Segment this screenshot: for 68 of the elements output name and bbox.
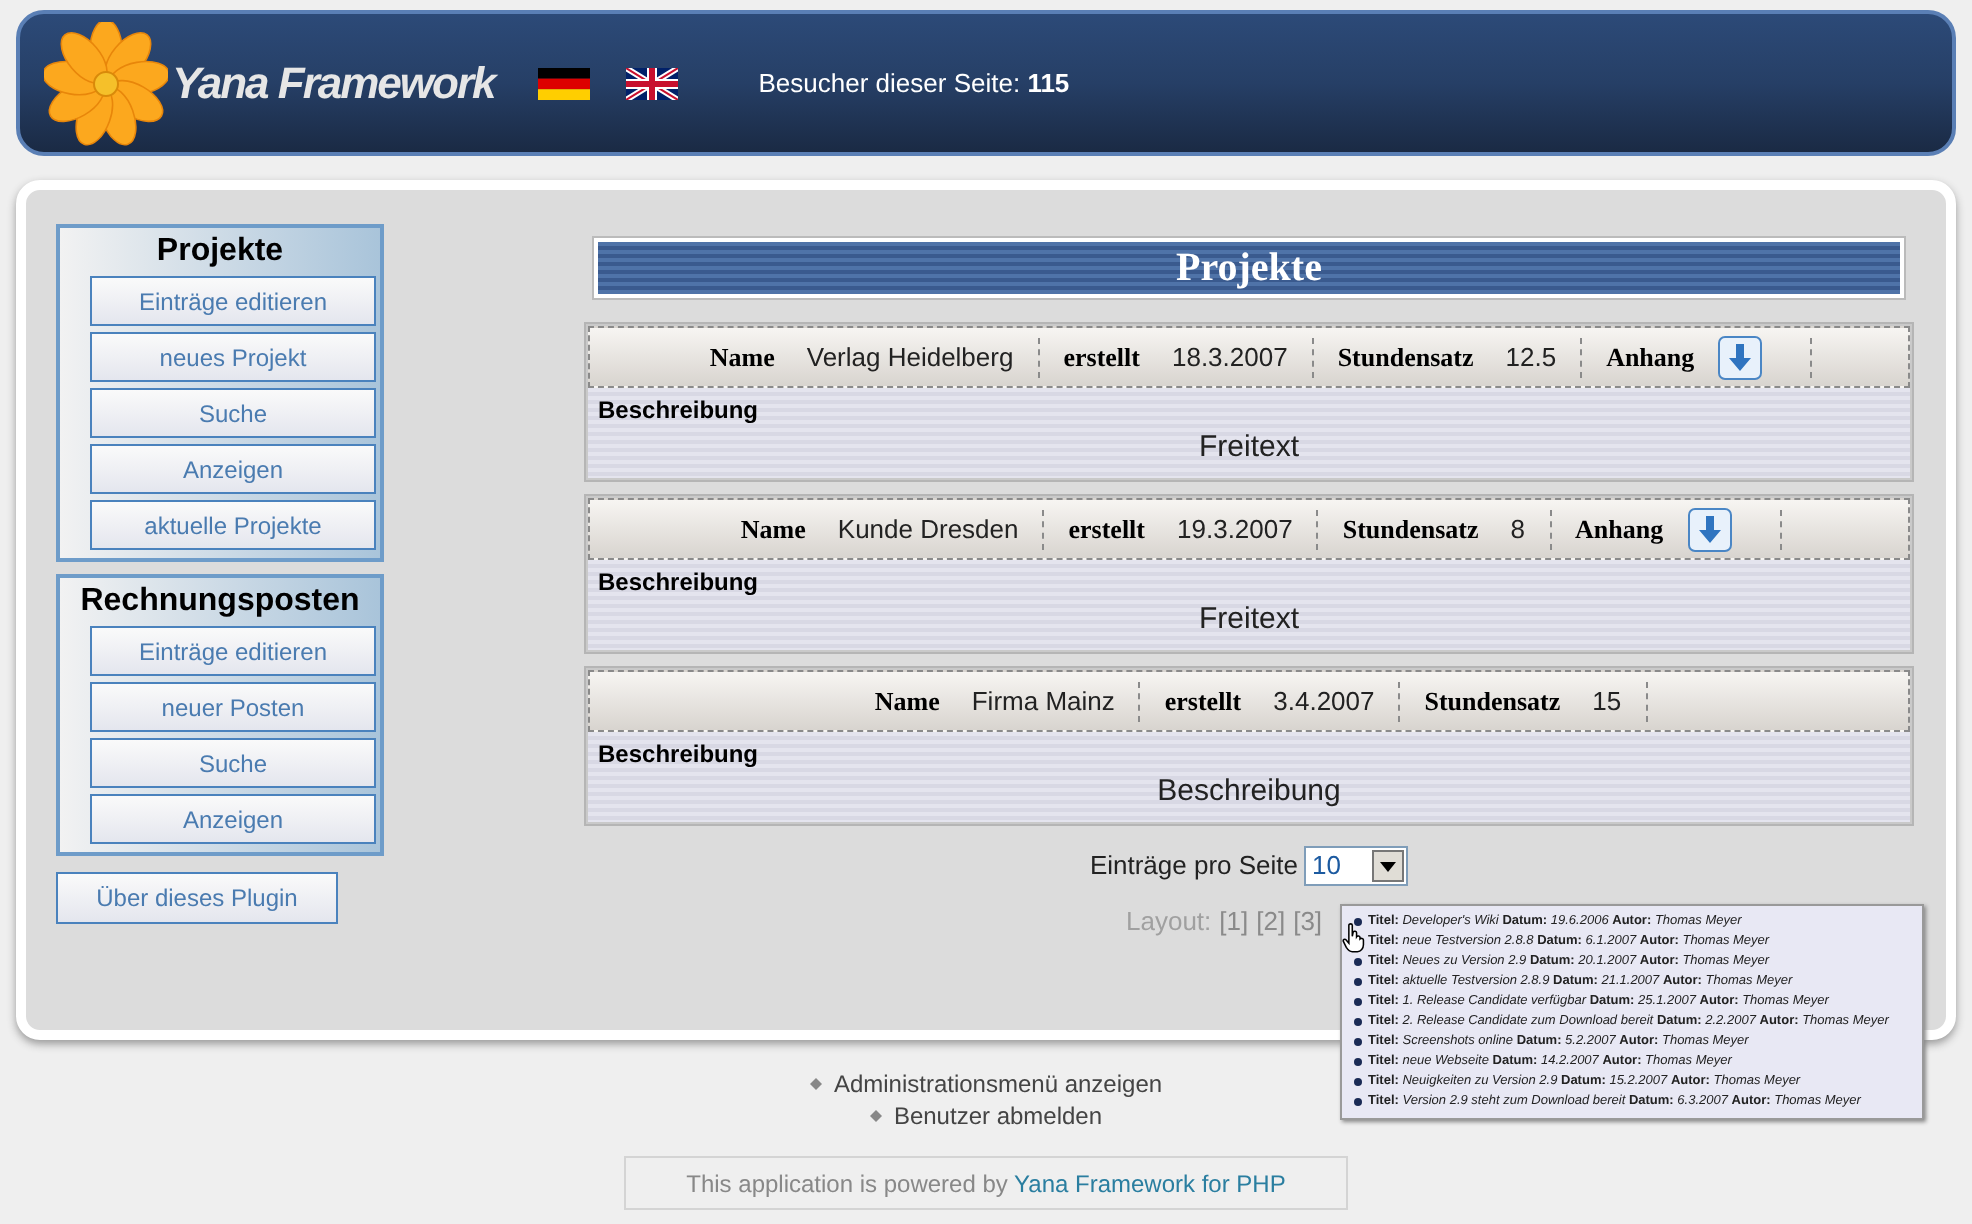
- bullet-icon: [1354, 1078, 1362, 1086]
- field-label: erstellt: [1063, 339, 1140, 376]
- per-page-label: Einträge pro Seite: [1089, 848, 1299, 885]
- field-value: 3.4.2007: [1273, 683, 1375, 720]
- field-label: erstellt: [1068, 511, 1146, 548]
- field-value: Verlag Heidelberg: [806, 339, 1014, 376]
- menu-button[interactable]: aktuelle Projekte: [90, 500, 376, 550]
- per-page-select[interactable]: 10: [1304, 846, 1409, 886]
- bullet-icon: [1354, 918, 1362, 926]
- content-title: Projekte: [1176, 244, 1322, 294]
- powered-by-text: This application is powered by Yana Framework for PHP: [686, 1167, 1286, 1201]
- powered-by-link[interactable]: Yana Framework for PHP: [1014, 1169, 1286, 1197]
- menu-title: Rechnungsposten: [80, 584, 360, 618]
- hand-cursor-icon: [1342, 922, 1366, 954]
- footer-link[interactable]: Benutzer abmelden: [893, 1100, 1103, 1132]
- bullet-icon: [1354, 978, 1362, 986]
- layout-link[interactable]: [2]: [1256, 902, 1286, 941]
- menu-button[interactable]: Einträge editieren: [90, 626, 376, 676]
- bullet-icon: [1354, 1018, 1362, 1026]
- flower-logo-icon: [44, 21, 168, 145]
- field-label: Name: [709, 339, 775, 376]
- british-flag-icon[interactable]: [626, 67, 679, 99]
- description-label: Beschreibung: [598, 740, 761, 768]
- field-value: 18.3.2007: [1171, 339, 1288, 376]
- field-label: Name: [874, 683, 940, 720]
- menu-title: Projekte: [156, 234, 284, 268]
- field-label: erstellt: [1164, 683, 1242, 720]
- menu-button[interactable]: Suche: [90, 388, 376, 438]
- menu-button[interactable]: Suche: [90, 738, 376, 788]
- description-label: Beschreibung: [598, 568, 761, 596]
- field-value: 19.3.2007: [1177, 511, 1293, 548]
- logo-text: Yana Framework: [172, 56, 495, 112]
- bullet-icon: [1354, 998, 1362, 1006]
- field-label: Anhang: [1606, 339, 1695, 376]
- plugin-info-button[interactable]: Über dieses Plugin: [56, 872, 338, 924]
- bullet-icon: [1354, 1098, 1362, 1106]
- field-label: Anhang: [1575, 511, 1664, 548]
- diamond-bullet-icon: [809, 1078, 822, 1090]
- german-flag-icon[interactable]: [538, 67, 591, 99]
- footer-link[interactable]: Administrationsmenü anzeigen: [833, 1068, 1163, 1100]
- visitor-counter: Besucher dieser Seite: 115: [758, 65, 1070, 102]
- menu-button[interactable]: Anzeigen: [90, 794, 376, 844]
- description-text: Freitext: [1198, 430, 1299, 464]
- layout-link[interactable]: [1]: [1219, 902, 1249, 941]
- field-value: 8: [1510, 511, 1526, 548]
- description-label: Beschreibung: [598, 396, 761, 424]
- field-value: 15: [1592, 683, 1622, 720]
- field-value: Kunde Dresden: [837, 511, 1019, 548]
- download-icon[interactable]: [1718, 335, 1763, 379]
- menu-button[interactable]: Einträge editieren: [90, 276, 376, 326]
- bullet-icon: [1354, 1058, 1362, 1066]
- description-text: Freitext: [1198, 602, 1299, 636]
- field-label: Stundensatz: [1424, 683, 1561, 720]
- menu-button[interactable]: neuer Posten: [90, 682, 376, 732]
- field-label: Stundensatz: [1337, 339, 1474, 376]
- layout-link[interactable]: [3]: [1293, 902, 1323, 941]
- field-label: Stundensatz: [1342, 511, 1479, 548]
- field-label: Name: [740, 511, 806, 548]
- download-icon[interactable]: [1687, 507, 1732, 551]
- menu-button[interactable]: Anzeigen: [90, 444, 376, 494]
- diamond-bullet-icon: [869, 1110, 882, 1122]
- field-value: 12.5: [1505, 339, 1557, 376]
- layout-label: Layout:: [1126, 904, 1212, 940]
- field-value: Firma Mainz: [971, 683, 1115, 720]
- bullet-icon: [1354, 958, 1362, 966]
- description-text: Beschreibung: [1157, 774, 1341, 808]
- menu-button[interactable]: neues Projekt: [90, 332, 376, 382]
- bullet-icon: [1354, 1038, 1362, 1046]
